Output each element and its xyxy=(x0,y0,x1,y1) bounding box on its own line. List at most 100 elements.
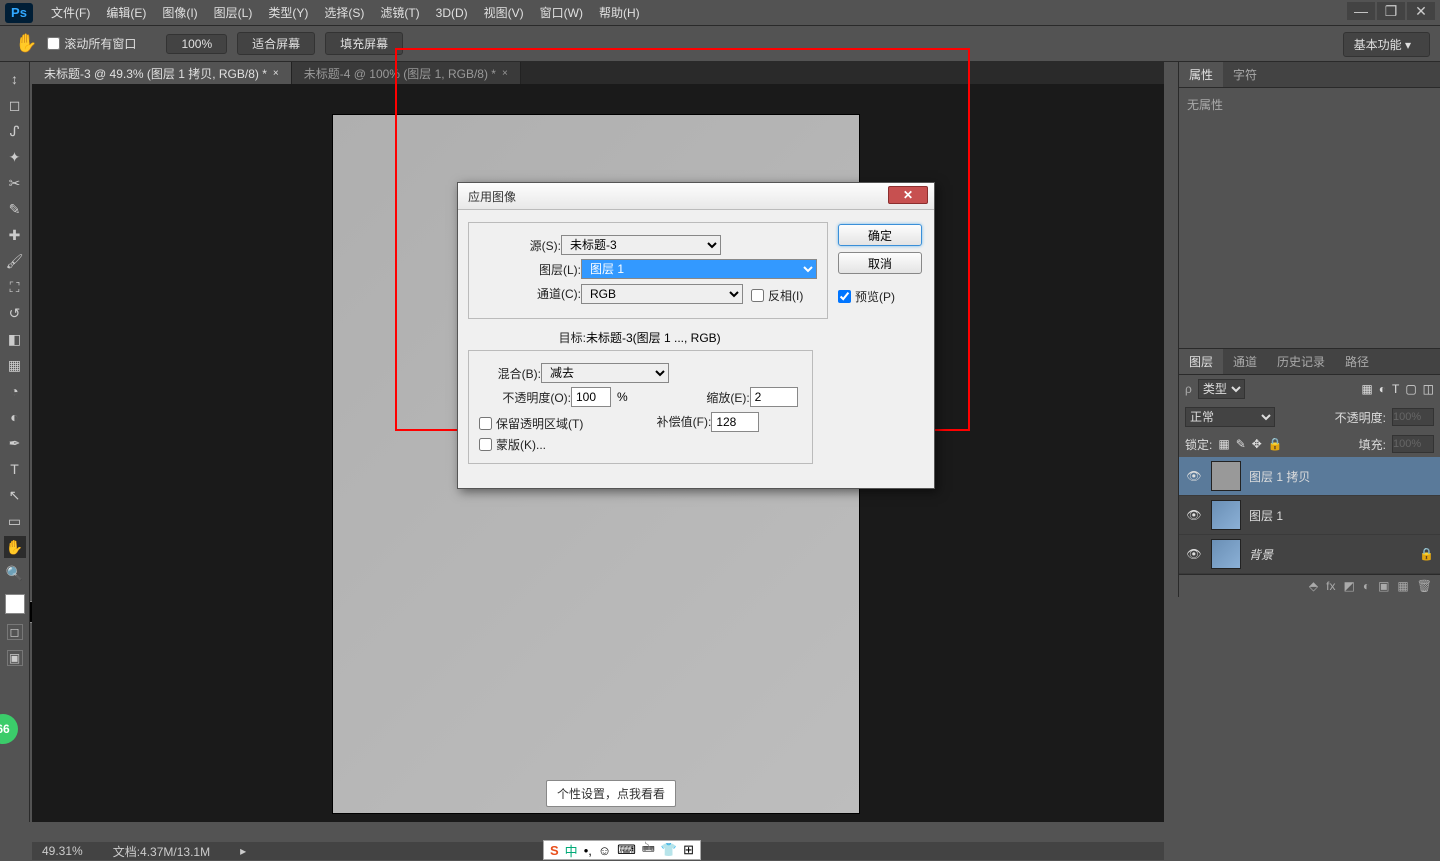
delete-layer-icon[interactable]: 🗑 xyxy=(1417,579,1432,593)
screenmode-icon[interactable]: ▣ xyxy=(7,650,23,666)
visibility-icon[interactable]: 👁 xyxy=(1185,547,1203,561)
scroll-all-windows-checkbox[interactable]: 滚动所有窗口 xyxy=(47,35,136,52)
zoom-level[interactable]: 49.31% xyxy=(42,844,83,858)
fill-screen-button[interactable]: 填充屏幕 xyxy=(325,32,403,55)
channel-select[interactable]: RGB xyxy=(581,284,743,304)
hand-tool-icon[interactable]: ✋ xyxy=(4,536,26,558)
layer-filter-select[interactable]: 类型 xyxy=(1198,379,1245,399)
ime-lang[interactable]: 中 xyxy=(565,841,578,860)
ime-tooltip[interactable]: 个性设置，点我看看 xyxy=(546,780,676,807)
document-tab-1[interactable]: 未标题-3 @ 49.3% (图层 1 拷贝, RGB/8) *× xyxy=(32,62,292,84)
layers-tab[interactable]: 图层 xyxy=(1179,349,1223,374)
layer-item[interactable]: 👁 图层 1 xyxy=(1179,496,1440,535)
eraser-tool-icon[interactable]: ◧ xyxy=(4,328,26,350)
group-icon[interactable]: ▣ xyxy=(1378,579,1389,593)
blend-mode-select[interactable]: 正常 xyxy=(1185,407,1275,427)
gradient-tool-icon[interactable]: ▦ xyxy=(4,354,26,376)
channels-tab[interactable]: 通道 xyxy=(1223,349,1267,374)
lasso-tool-icon[interactable]: ᔑ xyxy=(4,120,26,142)
preserve-transparency-checkbox[interactable]: 保留透明区域(T) xyxy=(479,415,583,432)
lock-transparent-icon[interactable]: ▦ xyxy=(1218,437,1229,451)
path-tool-icon[interactable]: ↖ xyxy=(4,484,26,506)
close-icon[interactable]: × xyxy=(273,68,279,79)
document-size[interactable]: 文档:4.37M/13.1M xyxy=(113,843,210,860)
menu-layer[interactable]: 图层(L) xyxy=(206,0,261,25)
sogou-icon[interactable]: S xyxy=(550,843,559,858)
character-tab[interactable]: 字符 xyxy=(1223,62,1267,87)
menu-file[interactable]: 文件(F) xyxy=(43,0,98,25)
lock-all-icon[interactable]: 🔒 xyxy=(1268,437,1283,451)
menu-view[interactable]: 视图(V) xyxy=(476,0,532,25)
visibility-icon[interactable]: 👁 xyxy=(1185,508,1203,522)
window-maximize[interactable]: ❐ xyxy=(1377,2,1405,20)
layer-select[interactable]: 图层 1 xyxy=(581,259,817,279)
paths-tab[interactable]: 路径 xyxy=(1335,349,1379,374)
type-tool-icon[interactable]: T xyxy=(4,458,26,480)
layer-item[interactable]: 👁 背景 🔒 xyxy=(1179,535,1440,574)
cancel-button[interactable]: 取消 xyxy=(838,252,922,274)
workspace-switcher[interactable]: 基本功能 ▾ xyxy=(1343,32,1430,57)
window-close[interactable]: ✕ xyxy=(1407,2,1435,20)
ime-toolbar[interactable]: S 中 •,☺⌨🖮👕⊞ xyxy=(543,840,701,860)
blend-select[interactable]: 减去 xyxy=(541,363,669,383)
crop-tool-icon[interactable]: ✂ xyxy=(4,172,26,194)
menu-edit[interactable]: 编辑(E) xyxy=(98,0,154,25)
scale-input[interactable] xyxy=(750,387,798,407)
layer-fx-icon[interactable]: fx xyxy=(1326,579,1335,593)
menu-select[interactable]: 选择(S) xyxy=(316,0,372,25)
zoom-100-button[interactable]: 100% xyxy=(166,34,227,54)
opacity-input[interactable] xyxy=(571,387,611,407)
zoom-tool-icon[interactable]: 🔍 xyxy=(4,562,26,584)
visibility-icon[interactable]: 👁 xyxy=(1185,469,1203,483)
dialog-close-button[interactable]: ✕ xyxy=(888,186,928,204)
menu-help[interactable]: 帮助(H) xyxy=(591,0,648,25)
properties-tab[interactable]: 属性 xyxy=(1179,62,1223,87)
marquee-tool-icon[interactable]: ◻ xyxy=(4,94,26,116)
hand-tool-icon: ✋ xyxy=(15,33,37,54)
color-swatch[interactable] xyxy=(5,594,25,614)
stamp-tool-icon[interactable]: ⛶ xyxy=(4,276,26,298)
layer-thumbnail xyxy=(1211,539,1241,569)
offset-input[interactable] xyxy=(711,412,759,432)
adjustment-icon[interactable]: ◐ xyxy=(1363,579,1370,593)
move-tool-icon[interactable]: ↕ xyxy=(4,68,26,90)
filter-type-icon[interactable]: T xyxy=(1392,382,1399,396)
mask-checkbox[interactable]: 蒙版(K)... xyxy=(479,436,802,453)
filter-pixel-icon[interactable]: ▦ xyxy=(1361,382,1372,396)
new-layer-icon[interactable]: ▦ xyxy=(1397,579,1408,593)
blur-tool-icon[interactable]: ◔ xyxy=(4,380,26,402)
dodge-tool-icon[interactable]: ◐ xyxy=(4,406,26,428)
wand-tool-icon[interactable]: ✦ xyxy=(4,146,26,168)
shape-tool-icon[interactable]: ▭ xyxy=(4,510,26,532)
lock-brush-icon[interactable]: ✎ xyxy=(1236,437,1246,451)
layer-fill-input[interactable] xyxy=(1392,435,1434,453)
window-minimize[interactable]: — xyxy=(1347,2,1375,20)
pen-tool-icon[interactable]: ✒ xyxy=(4,432,26,454)
layer-thumbnail xyxy=(1211,500,1241,530)
history-brush-tool-icon[interactable]: ↺ xyxy=(4,302,26,324)
eyedropper-tool-icon[interactable]: ✎ xyxy=(4,198,26,220)
history-tab[interactable]: 历史记录 xyxy=(1267,349,1335,374)
layer-item[interactable]: 👁 图层 1 拷贝 xyxy=(1179,457,1440,496)
mask-icon[interactable]: ◩ xyxy=(1343,579,1354,593)
preview-checkbox[interactable]: 预览(P) xyxy=(838,288,922,305)
menu-type[interactable]: 类型(Y) xyxy=(260,0,316,25)
filter-adjust-icon[interactable]: ◐ xyxy=(1379,382,1386,396)
filter-shape-icon[interactable]: ▢ xyxy=(1405,382,1416,396)
source-select[interactable]: 未标题-3 xyxy=(561,235,721,255)
dialog-titlebar[interactable]: 应用图像 ✕ xyxy=(458,183,934,210)
brush-tool-icon[interactable]: 🖌 xyxy=(4,250,26,272)
layer-opacity-input[interactable] xyxy=(1392,408,1434,426)
menu-filter[interactable]: 滤镜(T) xyxy=(372,0,427,25)
filter-smart-icon[interactable]: ◫ xyxy=(1423,382,1434,396)
ok-button[interactable]: 确定 xyxy=(838,224,922,246)
lock-position-icon[interactable]: ✥ xyxy=(1252,437,1262,451)
invert-checkbox[interactable]: 反相(I) xyxy=(751,287,803,304)
quickmask-icon[interactable]: ◻ xyxy=(7,624,23,640)
menu-3d[interactable]: 3D(D) xyxy=(428,2,476,24)
menu-image[interactable]: 图像(I) xyxy=(154,0,205,25)
link-layers-icon[interactable]: ⬘ xyxy=(1309,579,1318,593)
menu-window[interactable]: 窗口(W) xyxy=(532,0,591,25)
healing-tool-icon[interactable]: ✚ xyxy=(4,224,26,246)
fit-screen-button[interactable]: 适合屏幕 xyxy=(237,32,315,55)
